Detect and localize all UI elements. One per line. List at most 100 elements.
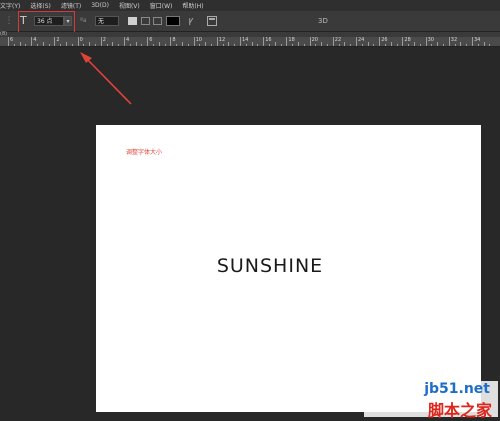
ruler-tick <box>89 42 91 46</box>
ruler-tick <box>129 44 131 46</box>
ruler-tick <box>8 37 9 46</box>
align-left-icon[interactable] <box>128 17 137 25</box>
ruler-tick <box>164 44 166 46</box>
ruler-tick <box>402 37 404 46</box>
menu-item-3d[interactable]: 3D(D) <box>91 2 109 9</box>
ruler-tick <box>443 44 444 46</box>
ruler-tick <box>466 44 468 46</box>
ruler-label: 14 <box>242 37 249 43</box>
menu-item-view[interactable]: 视图(V) <box>119 1 140 10</box>
ruler-tick <box>234 44 236 46</box>
ruler-tick <box>437 42 439 46</box>
ruler-tick <box>193 37 195 46</box>
text-color-swatch[interactable] <box>166 16 180 26</box>
menu-item-help[interactable]: 帮助(H) <box>182 1 203 10</box>
ruler-label: 24 <box>358 37 365 43</box>
ruler-tick <box>303 44 305 46</box>
align-right-icon[interactable] <box>153 17 162 25</box>
ruler-tick <box>112 42 114 46</box>
ruler-tick <box>100 37 102 46</box>
ruler-tick <box>408 44 410 46</box>
ruler-label: 6 <box>149 37 153 43</box>
ruler-tick <box>124 37 125 46</box>
ruler-label: 20 <box>311 37 318 43</box>
ruler-tick <box>153 44 154 46</box>
ruler-tick <box>66 42 67 46</box>
ruler-tick <box>263 37 265 46</box>
ruler-tick <box>477 44 479 46</box>
ruler-tick <box>367 42 369 46</box>
warp-text-icon[interactable]: ꝩ <box>186 15 196 27</box>
ruler-label: 4 <box>33 37 37 43</box>
menu-item-window[interactable]: 窗口(W) <box>150 1 173 10</box>
ruler-label: 4 <box>126 37 130 43</box>
ruler-tick <box>373 44 375 46</box>
ruler-tick <box>414 42 415 46</box>
ruler-tick <box>54 37 56 46</box>
ruler-tick <box>483 42 485 46</box>
menu-item-type[interactable]: 文字(Y) <box>0 1 20 10</box>
3d-button[interactable]: 3D <box>318 16 328 26</box>
ruler-tick <box>489 44 491 46</box>
ruler-tick <box>344 42 346 46</box>
ruler-label: 22 <box>334 37 342 43</box>
ruler-label: 32 <box>450 37 458 43</box>
menu-item-select[interactable]: 选择(S) <box>30 1 51 10</box>
ruler-tick <box>13 44 15 46</box>
ruler-tick <box>472 37 473 46</box>
ruler-tick <box>205 42 207 46</box>
ruler-tick <box>48 44 50 46</box>
ruler-tick <box>147 37 149 46</box>
ruler-tick <box>158 42 160 46</box>
ruler-label: 28 <box>404 37 411 43</box>
watermark-name: 脚本之家 <box>427 401 492 420</box>
ruler-tick <box>321 42 323 46</box>
ruler-tick <box>425 37 427 46</box>
ruler-label: 6 <box>10 37 14 43</box>
ruler-tick <box>182 42 183 46</box>
instruction-annotation: 调整字体大小 <box>126 149 163 156</box>
ruler-tick <box>60 44 62 46</box>
ruler-tick <box>240 37 241 46</box>
ruler-tick <box>274 42 276 46</box>
ruler-tick <box>211 44 212 46</box>
site-watermark: jb51.net 脚本之家 <box>364 381 498 420</box>
ruler-label: 2 <box>56 37 60 43</box>
ruler-tick <box>332 37 334 46</box>
ruler-tick <box>431 44 433 46</box>
ruler-tick <box>419 44 421 46</box>
ruler-tick <box>77 37 79 46</box>
ruler-tick <box>286 37 288 46</box>
ruler-tick <box>298 42 299 46</box>
ruler-tick <box>257 44 259 46</box>
ruler-tick <box>379 37 381 46</box>
ruler-tick <box>199 44 201 46</box>
ruler-tick <box>42 42 44 46</box>
ruler-label: 2 <box>102 37 106 43</box>
antialias-icon: ªa <box>80 17 87 24</box>
ruler-tick <box>170 37 172 46</box>
ruler-tick <box>338 44 340 46</box>
antialias-select[interactable]: 无 <box>95 16 119 26</box>
options-bar: ⋮ T 36 点 ▾ ªa 无 ꝩ 3D <box>0 11 500 32</box>
ruler-label: 26 <box>381 37 388 43</box>
ruler-tick <box>83 44 85 46</box>
ruler-tick <box>350 44 352 46</box>
ruler-tick <box>25 44 27 46</box>
ruler-tick <box>71 44 73 46</box>
ruler-tick <box>245 44 247 46</box>
ruler-tick <box>460 42 462 46</box>
tool-preset-icon[interactable]: ⋮ <box>3 15 15 27</box>
character-panel-icon[interactable] <box>207 16 217 26</box>
menu-item-filter[interactable]: 滤镜(T) <box>61 1 81 10</box>
ruler-tick <box>176 44 178 46</box>
arrow-head <box>80 52 92 63</box>
ruler-tick <box>356 37 357 46</box>
horizontal-ruler[interactable]: 6 4 2 0 2 4 6 8 10 12 14 16 18 20 22 24 26 28 30 32 34 <box>0 37 500 47</box>
canvas-text-layer[interactable]: SUNSHINE <box>96 255 444 277</box>
ruler-tick <box>216 37 218 46</box>
align-center-icon[interactable] <box>141 17 150 25</box>
document-canvas[interactable]: 调整字体大小 SUNSHINE <box>96 125 481 412</box>
ruler-tick <box>141 44 143 46</box>
ruler-tick <box>19 42 21 46</box>
